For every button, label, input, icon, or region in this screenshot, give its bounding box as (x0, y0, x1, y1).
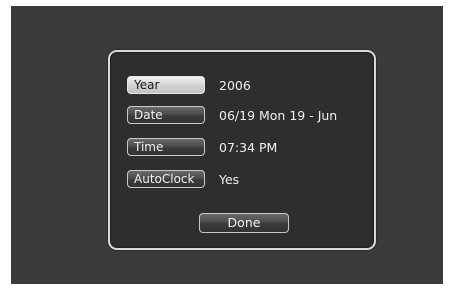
time-setting-row: Time 07:34 PM (127, 138, 277, 156)
done-button[interactable]: Done (199, 213, 289, 233)
date-setting-row: Date 06/19 Mon 19 - Jun (127, 106, 337, 124)
date-button[interactable]: Date (127, 106, 205, 124)
screen-background: Year 2006 Date 06/19 Mon 19 - Jun Time 0… (11, 6, 443, 284)
autoclock-value: Yes (219, 171, 240, 187)
date-time-settings-panel: Year 2006 Date 06/19 Mon 19 - Jun Time 0… (108, 50, 376, 250)
autoclock-setting-row: AutoClock Yes (127, 170, 239, 188)
year-setting-row: Year 2006 (127, 76, 251, 94)
year-value: 2006 (219, 77, 251, 93)
date-value: 06/19 Mon 19 - Jun (219, 107, 338, 123)
time-value: 07:34 PM (219, 139, 278, 155)
time-button[interactable]: Time (127, 138, 205, 156)
year-button[interactable]: Year (127, 76, 205, 94)
autoclock-button[interactable]: AutoClock (127, 170, 205, 188)
